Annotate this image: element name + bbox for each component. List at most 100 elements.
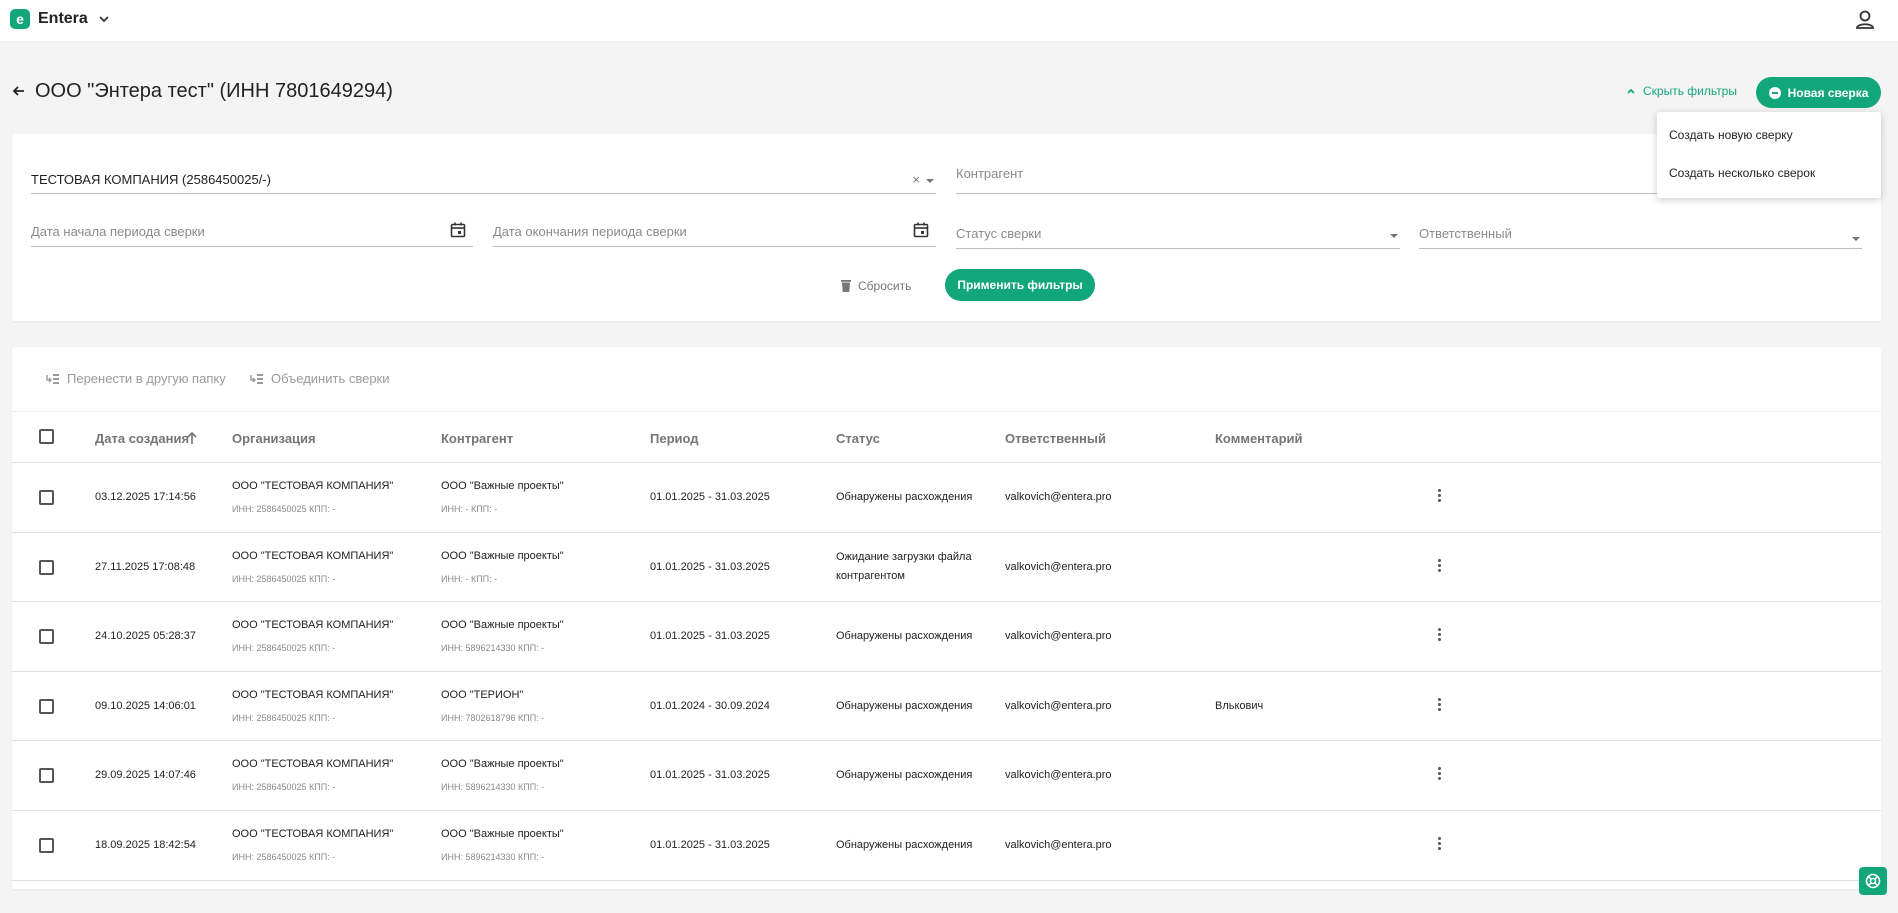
column-header-organization[interactable]: Организация (232, 431, 316, 446)
merge-icon (250, 373, 263, 384)
responsible-select[interactable]: Ответственный (1419, 219, 1862, 249)
menu-item-create-one[interactable]: Создать новую сверку (1669, 128, 1793, 142)
period: 01.01.2025 - 31.03.2025 (650, 560, 770, 573)
clear-icon[interactable]: × (912, 172, 920, 187)
row-checkbox[interactable] (39, 559, 54, 575)
user-icon[interactable] (1852, 7, 1878, 33)
created-date: 18.09.2025 18:42:54 (95, 839, 196, 851)
apply-filters-button[interactable]: Применить фильтры (945, 269, 1095, 301)
organization-name: ООО "ТЕСТОВАЯ КОМПАНИЯ" (232, 480, 394, 492)
table-row[interactable]: 18.09.2025 18:42:54 ООО "ТЕСТОВАЯ КОМПАНИ… (12, 811, 1881, 881)
period: 01.01.2025 - 31.03.2025 (650, 491, 770, 503)
hide-filters-label: Скрыть фильтры (1643, 84, 1737, 98)
kebab-menu-icon[interactable] (1436, 767, 1442, 781)
period-start-input[interactable]: Дата начала периода сверки (31, 217, 473, 247)
status-text: Ожидание загрузки файла (836, 550, 972, 563)
period: 01.01.2025 - 31.03.2025 (650, 839, 770, 851)
move-to-folder-label: Перенести в другую папку (67, 371, 226, 386)
status-text-line2: контрагентом (836, 569, 905, 582)
column-header-responsible[interactable]: Ответственный (1005, 431, 1106, 446)
table-row[interactable]: 24.10.2025 05:28:37 ООО "ТЕСТОВАЯ КОМПАНИ… (12, 602, 1881, 672)
kebab-menu-icon[interactable] (1436, 558, 1442, 573)
counterparty-details: ИНН: - КПП: - (441, 504, 498, 514)
move-folder-icon (46, 373, 59, 384)
table-row[interactable]: 09.10.2025 14:06:01 ООО "ТЕСТОВАЯ КОМПАНИ… (12, 672, 1881, 742)
new-reconciliation-button[interactable]: Новая сверка (1756, 77, 1881, 108)
counterparty-details: ИНН: 7802618796 КПП: - (441, 712, 545, 723)
organization-details: ИНН: 2586450025 КПП: - (232, 643, 336, 654)
period-start-placeholder: Дата начала периода сверки (31, 224, 205, 239)
responsible-placeholder: Ответственный (1419, 226, 1512, 241)
counterparty-details: ИНН: 5896214330 КПП: - (441, 782, 545, 793)
calendar-icon[interactable] (449, 221, 467, 239)
caret-down-icon (1852, 237, 1860, 241)
caret-down-icon (926, 179, 934, 183)
column-header-comment[interactable]: Комментарий (1215, 431, 1303, 446)
responsible: valkovich@entera.pro (1005, 699, 1112, 712)
organization-details: ИНН: 2586450025 КПП: - (232, 504, 336, 514)
hide-filters-button[interactable]: Скрыть фильтры (1625, 84, 1737, 98)
sort-up-icon[interactable] (186, 431, 198, 445)
row-checkbox[interactable] (39, 490, 54, 505)
calendar-icon[interactable] (912, 221, 930, 239)
chevron-down-icon[interactable] (97, 12, 111, 26)
comment: Влькович (1215, 699, 1264, 712)
page-title: ООО "Энтера тест" (ИНН 7801649294) (35, 80, 393, 102)
entera-logo[interactable]: e (10, 9, 30, 29)
help-button[interactable] (1859, 867, 1887, 895)
status-text: Обнаружены расхождения (836, 630, 973, 643)
move-to-folder-button[interactable]: Перенести в другую папку (46, 371, 226, 386)
reset-button[interactable]: Сбросить (841, 279, 911, 293)
status-text: Обнаружены расхождения (836, 699, 973, 712)
back-arrow-icon[interactable] (11, 83, 27, 99)
counterparty-details: ИНН: - КПП: - (441, 573, 498, 584)
counterparty-name: ООО "ТЕРИОН" (441, 688, 524, 701)
status-select[interactable]: Статус сверки (956, 219, 1400, 249)
table-row[interactable]: 29.09.2025 14:07:46 ООО "ТЕСТОВАЯ КОМПАНИ… (12, 741, 1881, 811)
reset-label: Сбросить (858, 279, 912, 293)
period-end-input[interactable]: Дата окончания периода сверки (493, 217, 936, 247)
organization-details: ИНН: 2586450025 КПП: - (232, 573, 336, 584)
organization-name: ООО "ТЕСТОВАЯ КОМПАНИЯ" (232, 619, 394, 632)
column-header-created[interactable]: Дата создания (95, 431, 189, 446)
merge-label: Объединить сверки (271, 371, 390, 386)
app-name[interactable]: Entera (38, 10, 88, 28)
row-checkbox[interactable] (39, 629, 54, 645)
created-date: 09.10.2025 14:06:01 (95, 699, 196, 712)
table-header: Дата создания Организация Контрагент Пер… (12, 411, 1881, 463)
organization-name: ООО "ТЕСТОВАЯ КОМПАНИЯ" (232, 549, 394, 562)
kebab-menu-icon[interactable] (1436, 837, 1442, 851)
responsible: valkovich@entera.pro (1005, 630, 1112, 643)
column-header-period[interactable]: Период (650, 431, 699, 446)
merge-button[interactable]: Объединить сверки (250, 371, 390, 386)
column-header-status[interactable]: Статус (836, 431, 880, 446)
counterparty-name: ООО "Важные проекты" (441, 619, 564, 632)
kebab-menu-icon[interactable] (1436, 628, 1442, 642)
organization-value: ТЕСТОВАЯ КОМПАНИЯ (2586450025/-) (31, 172, 271, 187)
trash-icon (841, 280, 851, 292)
organization-select[interactable]: ТЕСТОВАЯ КОМПАНИЯ (2586450025/-) × (31, 164, 936, 194)
counterparty-name: ООО "Важные проекты" (441, 480, 564, 492)
kebab-menu-icon[interactable] (1436, 489, 1442, 503)
counterparty-name: ООО "Важные проекты" (441, 758, 564, 771)
organization-name: ООО "ТЕСТОВАЯ КОМПАНИЯ" (232, 758, 394, 771)
kebab-menu-icon[interactable] (1436, 697, 1442, 712)
select-all-checkbox[interactable] (39, 429, 54, 444)
organization-name: ООО "ТЕСТОВАЯ КОМПАНИЯ" (232, 828, 394, 840)
table-row[interactable]: 27.11.2025 17:08:48 ООО "ТЕСТОВАЯ КОМПАНИ… (12, 533, 1881, 603)
column-header-counterparty[interactable]: Контрагент (441, 431, 513, 446)
table-row[interactable]: 03.12.2025 17:14:56 ООО "ТЕСТОВАЯ КОМПАНИ… (12, 463, 1881, 533)
row-checkbox[interactable] (39, 838, 54, 853)
reconciliations-table-card: Перенести в другую папку Объединить свер… (12, 347, 1881, 889)
row-checkbox[interactable] (39, 768, 54, 784)
row-checkbox[interactable] (39, 698, 54, 714)
created-date: 27.11.2025 17:08:48 (95, 560, 196, 573)
responsible: valkovich@entera.pro (1005, 839, 1112, 851)
organization-name: ООО "ТЕСТОВАЯ КОМПАНИЯ" (232, 688, 394, 701)
period: 01.01.2025 - 31.03.2025 (650, 769, 770, 782)
counterparty-details: ИНН: 5896214330 КПП: - (441, 643, 545, 654)
counterparty-input[interactable]: Контрагент (956, 164, 1669, 194)
organization-details: ИНН: 2586450025 КПП: - (232, 782, 336, 793)
menu-item-create-many[interactable]: Создать несколько сверок (1669, 166, 1815, 180)
chevron-up-icon (1627, 88, 1635, 94)
